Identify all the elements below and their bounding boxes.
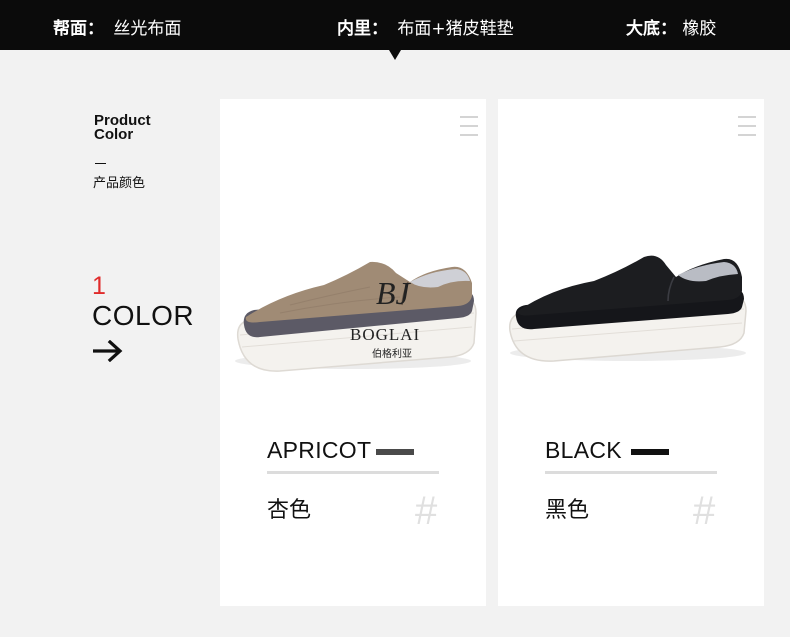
spec-lining: 内里： 布面+猪皮鞋垫 (337, 14, 514, 39)
pointer-triangle (389, 50, 401, 60)
name-underline (545, 471, 717, 474)
name-underline (267, 471, 439, 474)
spec-sole-value: 橡胶 (682, 19, 717, 39)
section-title-line2: Color (94, 126, 134, 143)
spec-bar: 帮面： 丝光布面 内里： 布面+猪皮鞋垫 大底： 橡胶 (0, 0, 790, 50)
color-swatch (631, 449, 669, 455)
product-name: APRICOT (267, 437, 372, 463)
title-divider (95, 163, 106, 164)
hash-icon: # (415, 489, 438, 533)
brand-name-cn: 伯格利亚 (372, 349, 412, 360)
arrow-right-icon (93, 340, 123, 362)
brand-monogram: BJ (376, 275, 410, 311)
product-card-apricot[interactable]: BJ BOGLAI 伯格利亚 APRICOT 杏色 # (220, 99, 486, 606)
section-title-cn: 产品颜色 (93, 176, 146, 191)
product-name: BLACK (545, 437, 622, 463)
color-count: 1 (92, 272, 106, 300)
spec-upper-label: 帮面： (53, 19, 104, 39)
brand-name: BOGLAI (350, 325, 421, 344)
product-card-black[interactable]: BLACK 黑色 # (498, 99, 764, 606)
spec-upper: 帮面： 丝光布面 (53, 14, 181, 39)
shoe-image-apricot (235, 261, 477, 372)
product-name-cn: 黑色 (545, 498, 590, 523)
color-count-label: COLOR (92, 300, 195, 331)
spec-sole: 大底： 橡胶 (626, 14, 716, 39)
color-swatch (376, 449, 414, 455)
hash-icon: # (693, 489, 716, 533)
spec-sole-label: 大底： (626, 19, 677, 39)
spec-lining-value: 布面+猪皮鞋垫 (397, 19, 514, 39)
spec-lining-label: 内里： (337, 19, 388, 39)
shoe-image-black (508, 255, 747, 362)
product-name-cn: 杏色 (267, 498, 312, 523)
section-title: Product Color (94, 113, 151, 143)
spec-upper-value: 丝光布面 (113, 19, 182, 39)
